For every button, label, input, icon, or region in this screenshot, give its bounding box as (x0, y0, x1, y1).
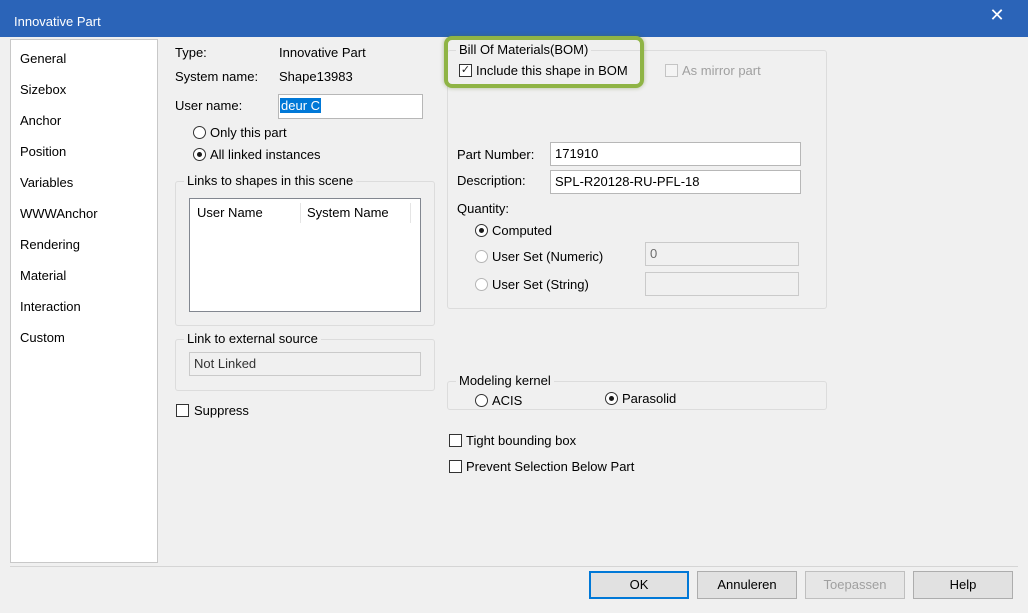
as-mirror-part-label: As mirror part (682, 63, 761, 78)
kernel-parasolid-label: Parasolid (622, 391, 677, 406)
part-number-label: Part Number: (457, 147, 535, 162)
nav-item-custom[interactable]: Custom (20, 330, 65, 345)
nav-item-anchor[interactable]: Anchor (20, 113, 61, 128)
window-title: Innovative Part (14, 14, 101, 29)
highlight-annotation (444, 36, 644, 88)
part-number-input[interactable]: 171910 (550, 142, 801, 166)
cancel-button[interactable]: Annuleren (697, 571, 797, 599)
nav-item-wwwanchor[interactable]: WWWAnchor (20, 206, 98, 221)
category-list: General Sizebox Anchor Position Variable… (10, 39, 158, 563)
tight-bounding-box-checkbox[interactable] (449, 434, 462, 447)
nav-item-position[interactable]: Position (20, 144, 66, 159)
links-group-title: Links to shapes in this scene (184, 173, 357, 188)
column-separator (410, 203, 411, 223)
nav-item-rendering[interactable]: Rendering (20, 237, 80, 252)
nav-item-material[interactable]: Material (20, 268, 66, 283)
include-in-bom-label: Include this shape in BOM (476, 63, 628, 78)
external-source-field: Not Linked (189, 352, 421, 376)
quantity-label: Quantity: (457, 201, 510, 216)
quantity-numeric-radio[interactable] (475, 250, 488, 263)
title-bar: Innovative Part ✕ (0, 0, 1028, 37)
quantity-string-input (645, 272, 799, 296)
system-name-value: Shape13983 (279, 69, 353, 84)
quantity-computed-label: Computed (492, 223, 552, 238)
description-input[interactable]: SPL-R20128-RU-PFL-18 (550, 170, 801, 194)
nav-item-sizebox[interactable]: Sizebox (20, 82, 66, 97)
nav-item-variables[interactable]: Variables (20, 175, 73, 190)
quantity-computed-radio[interactable] (475, 224, 488, 237)
quantity-string-label: User Set (String) (492, 277, 589, 292)
quantity-numeric-label: User Set (Numeric) (492, 249, 604, 264)
all-linked-instances-radio[interactable] (193, 148, 206, 161)
description-label: Description: (457, 173, 526, 188)
user-name-label: User name: (175, 98, 243, 113)
user-name-value: deur C (280, 98, 322, 113)
kernel-acis-label: ACIS (492, 393, 523, 408)
external-source-title: Link to external source (184, 331, 321, 346)
links-list[interactable]: User Name System Name (189, 198, 421, 312)
prevent-selection-label: Prevent Selection Below Part (466, 459, 635, 474)
footer-separator (10, 566, 1018, 567)
help-button[interactable]: Help (913, 571, 1013, 599)
system-name-label: System name: (175, 69, 259, 84)
column-header-user-name[interactable]: User Name (197, 205, 263, 220)
ok-button[interactable]: OK (589, 571, 689, 599)
all-linked-instances-label: All linked instances (210, 147, 321, 162)
only-this-part-label: Only this part (210, 125, 287, 140)
column-header-system-name[interactable]: System Name (307, 205, 389, 220)
type-value: Innovative Part (279, 45, 366, 60)
suppress-checkbox[interactable] (176, 404, 189, 417)
kernel-parasolid-radio[interactable] (605, 392, 618, 405)
suppress-label: Suppress (194, 403, 249, 418)
tight-bounding-box-label: Tight bounding box (466, 433, 577, 448)
quantity-numeric-input: 0 (645, 242, 799, 266)
only-this-part-radio[interactable] (193, 126, 206, 139)
prevent-selection-checkbox[interactable] (449, 460, 462, 473)
nav-item-interaction[interactable]: Interaction (20, 299, 81, 314)
apply-button: Toepassen (805, 571, 905, 599)
nav-item-general[interactable]: General (20, 51, 66, 66)
type-label: Type: (175, 45, 207, 60)
include-in-bom-checkbox[interactable]: ✓ (459, 64, 472, 77)
quantity-string-radio[interactable] (475, 278, 488, 291)
user-name-input[interactable]: deur C (278, 94, 423, 119)
column-separator (300, 203, 301, 223)
modeling-kernel-title: Modeling kernel (456, 373, 554, 388)
close-icon[interactable]: ✕ (986, 4, 1008, 26)
as-mirror-part-checkbox (665, 64, 678, 77)
kernel-acis-radio[interactable] (475, 394, 488, 407)
